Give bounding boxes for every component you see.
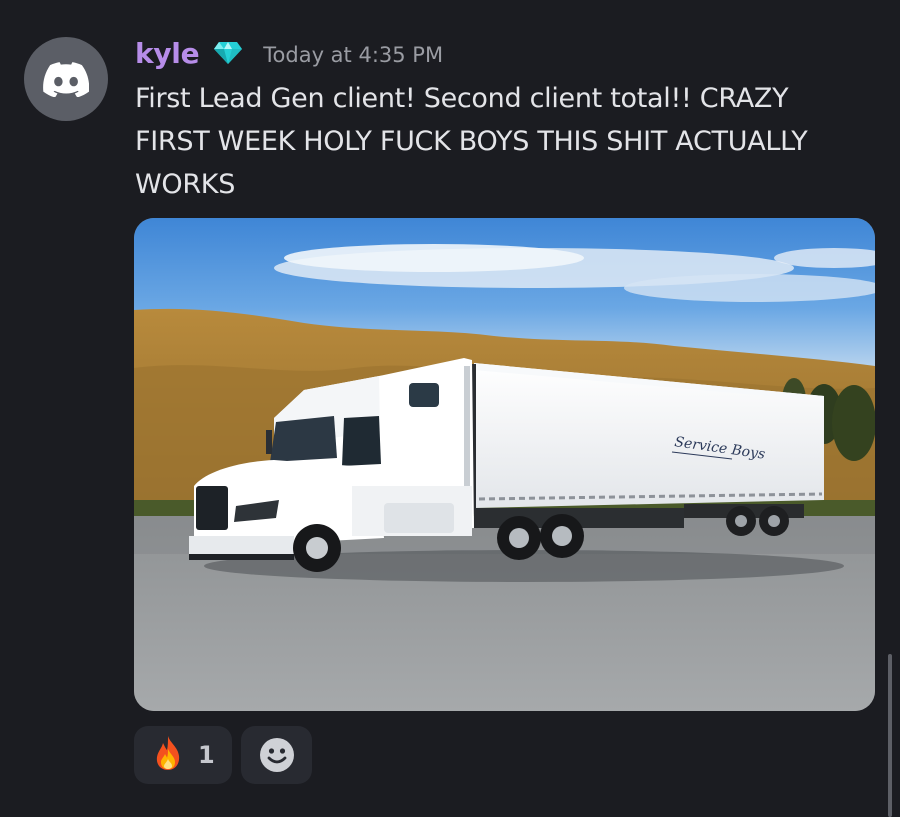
avatar[interactable] [24, 37, 108, 121]
chat-message: kyle Today at 4:35 PM First Lead Gen cli… [0, 0, 900, 817]
fire-icon [152, 735, 184, 775]
message-header: kyle Today at 4:35 PM [135, 32, 443, 74]
reaction-fire[interactable]: 1 [134, 726, 232, 784]
reactions-bar: 1 [134, 726, 312, 784]
scrollbar[interactable] [888, 654, 892, 817]
add-reaction-button[interactable] [241, 726, 312, 784]
reaction-count: 1 [198, 741, 215, 769]
add-reaction-icon [259, 738, 294, 772]
author-name[interactable]: kyle [135, 37, 200, 70]
discord-logo-icon [43, 61, 89, 97]
message-text: First Lead Gen client! Second client tot… [135, 83, 808, 200]
diamond-icon[interactable] [213, 40, 243, 66]
timestamp[interactable]: Today at 4:35 PM [263, 43, 443, 67]
image-attachment[interactable]: Service Boys [134, 218, 875, 711]
